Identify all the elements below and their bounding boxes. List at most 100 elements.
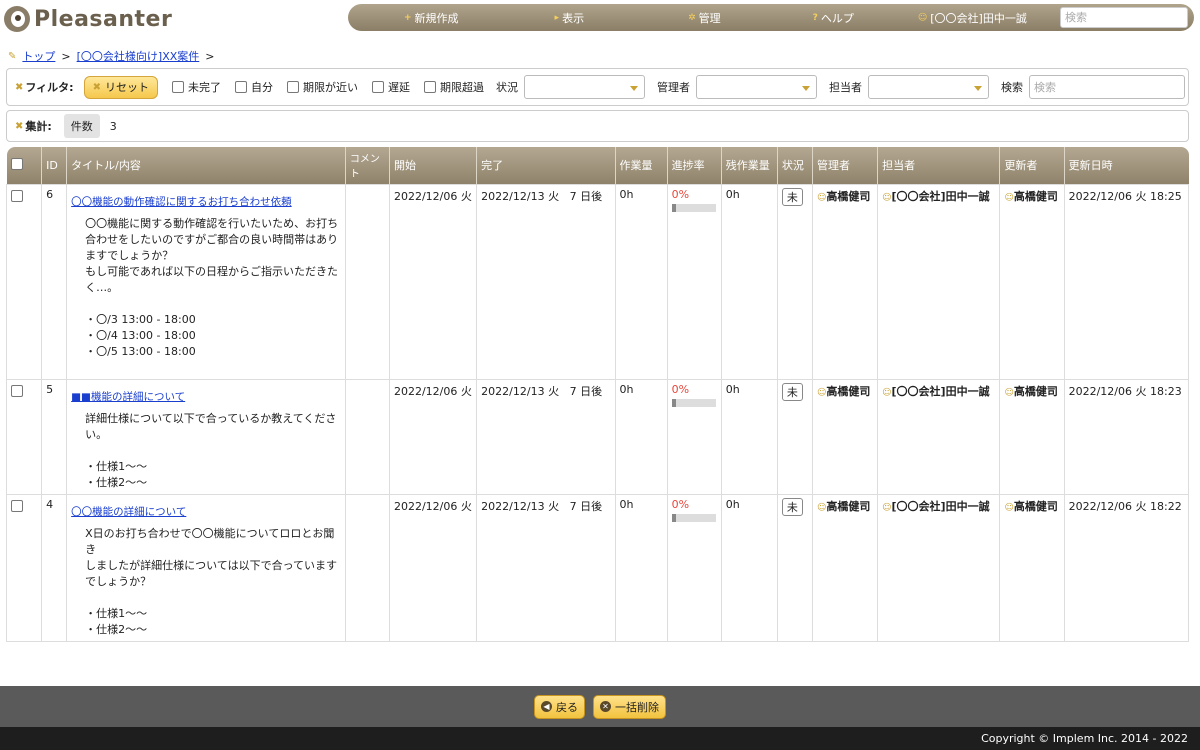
header-progress[interactable]: 進捗率 [666, 147, 722, 184]
progress-bar [671, 513, 716, 522]
reset-button[interactable]: ✖ リセット [83, 75, 158, 99]
row-remain: 0h [720, 493, 778, 642]
table-row[interactable]: 4 〇〇機能の詳細について X日のお打ち合わせで〇〇機能についてロロとお聞き し… [5, 493, 1190, 642]
nav-view[interactable]: ▸ 表示 [555, 10, 585, 26]
filter-delayed[interactable]: 遅延 [371, 79, 410, 95]
row-remain: 0h [720, 183, 778, 380]
row-select-cell[interactable] [5, 378, 43, 495]
header-updated[interactable]: 更新日時 [1063, 147, 1189, 184]
header-remain[interactable]: 残作業量 [720, 147, 778, 184]
checkbox[interactable] [234, 81, 247, 93]
nav-user[interactable]: ☺ [〇〇会社]田中一誠 [918, 10, 1027, 26]
summary-label: ✖ 集計: [15, 120, 52, 133]
nav-help[interactable]: ? ヘルプ [813, 10, 854, 26]
nav-manage[interactable]: ✲ 管理 [688, 10, 721, 26]
row-id: 4 [41, 493, 68, 642]
header-updater[interactable]: 更新者 [999, 147, 1065, 184]
filter-search-input[interactable] [1028, 75, 1185, 99]
manager-select[interactable] [695, 75, 817, 99]
user-icon: ☺ [882, 192, 892, 203]
owner-select[interactable] [867, 75, 989, 99]
status-badge: 未 [781, 382, 803, 401]
play-icon: ▸ [554, 12, 560, 23]
user-icon: ☺ [1004, 502, 1014, 513]
collapse-icon[interactable]: ✖ [15, 121, 23, 132]
table-row[interactable]: 6 〇〇機能の動作確認に関するお打ち合わせ依頼 〇〇機能に関する動作確認を行いた… [5, 183, 1190, 380]
help-icon: ? [812, 12, 818, 23]
breadcrumb-project[interactable]: [〇〇会社様向け]XX案件 [77, 48, 200, 64]
select-all-checkbox[interactable] [10, 157, 23, 170]
row-checkbox[interactable] [11, 499, 23, 512]
row-manager: ☺高橋健司 [811, 493, 879, 642]
row-title-link[interactable]: 〇〇機能の動作確認に関するお打ち合わせ依頼 [71, 194, 292, 209]
breadcrumb-top[interactable]: トップ [22, 48, 55, 64]
row-start: 2022/12/06 火 [388, 493, 478, 642]
header-work[interactable]: 作業量 [614, 147, 668, 184]
header-owner[interactable]: 担当者 [877, 147, 1000, 184]
gear-icon: ✲ [688, 12, 696, 23]
nav-new[interactable]: + 新規作成 [404, 10, 459, 26]
filter-near-due[interactable]: 期限が近い [286, 79, 358, 95]
back-button[interactable]: ◀ 戻る [534, 694, 585, 719]
row-progress: 0% [666, 493, 722, 642]
bulk-delete-button[interactable]: ✕ 一括削除 [593, 694, 666, 719]
row-select-cell[interactable] [5, 183, 43, 380]
header-manager[interactable]: 管理者 [811, 147, 878, 184]
row-end: 2022/12/13 火 7 日後 [476, 493, 616, 642]
header-end[interactable]: 完了 [476, 147, 616, 184]
checkbox[interactable] [423, 81, 436, 93]
row-select-cell[interactable] [5, 493, 43, 642]
checkbox[interactable] [286, 81, 299, 93]
count-tag: 件数 [63, 114, 100, 138]
filter-self[interactable]: 自分 [234, 79, 273, 95]
trash-icon: ✕ [600, 701, 611, 712]
checkbox[interactable] [171, 81, 184, 93]
checkbox[interactable] [371, 81, 384, 93]
row-title-link[interactable]: 〇〇機能の詳細について [71, 504, 186, 519]
app-name: Pleasanter [34, 6, 173, 32]
row-work: 0h [614, 493, 668, 642]
row-work: 0h [614, 378, 668, 495]
status-select[interactable] [523, 75, 645, 99]
row-end: 2022/12/13 火 7 日後 [476, 183, 616, 380]
status-badge: 未 [781, 497, 803, 516]
row-content: X日のお打ち合わせで〇〇機能についてロロとお聞き しましたが詳細仕様については以… [85, 526, 338, 636]
select-all-cell[interactable] [6, 147, 42, 184]
row-checkbox[interactable] [11, 189, 23, 202]
manager-filter-label: 管理者 [656, 81, 690, 94]
row-remain: 0h [720, 378, 778, 495]
app-logo[interactable]: Pleasanter [4, 6, 172, 32]
grid: ID タイトル/内容 コメント 開始 完了 作業量 進捗率 残作業量 状況 管理… [5, 147, 1190, 642]
status-badge: 未 [781, 187, 803, 206]
breadcrumb-separator: > [61, 49, 71, 63]
row-title-link[interactable]: ■■機能の詳細について [71, 389, 185, 404]
copyright: Copyright © Implem Inc. 2014 - 2022 [0, 727, 1200, 750]
header-comment[interactable]: コメント [344, 147, 390, 184]
header-start[interactable]: 開始 [388, 147, 477, 184]
user-icon: ☺ [816, 192, 827, 203]
header-title[interactable]: タイトル/内容 [66, 147, 346, 184]
header-id[interactable]: ID [41, 147, 67, 184]
filter-label: ✖ フィルタ: [15, 81, 74, 94]
row-updated: 2022/12/06 火 18:25 [1063, 183, 1190, 380]
filter-incomplete[interactable]: 未完了 [171, 79, 221, 95]
filter-overdue[interactable]: 期限超過 [423, 79, 484, 95]
row-checkbox[interactable] [11, 384, 23, 397]
header-status[interactable]: 状況 [776, 147, 813, 184]
row-comment [344, 378, 390, 495]
row-owner: ☺[〇〇会社]田中一誠 [877, 378, 1001, 495]
search-filter-label: 検索 [1000, 81, 1023, 94]
row-manager: ☺高橋健司 [811, 378, 879, 495]
owner-filter-label: 担当者 [828, 81, 862, 94]
table-row[interactable]: 5 ■■機能の詳細について 詳細仕様について以下で合っているか教えてくださ い。… [5, 378, 1190, 495]
nav-manage-label: 管理 [698, 11, 721, 25]
header-search-input[interactable] [1060, 7, 1188, 28]
top-navbar: + 新規作成 ▸ 表示 ✲ 管理 ? ヘルプ ☺ [〇〇会社]田中一誠 [348, 4, 1194, 31]
row-status: 未 [776, 183, 813, 380]
row-progress: 0% [666, 183, 722, 380]
progress-percent: 0% [671, 187, 690, 201]
row-progress: 0% [666, 378, 722, 495]
collapse-icon[interactable]: ✖ [15, 82, 23, 93]
progress-percent: 0% [671, 497, 690, 511]
close-icon: ✖ [92, 81, 101, 93]
